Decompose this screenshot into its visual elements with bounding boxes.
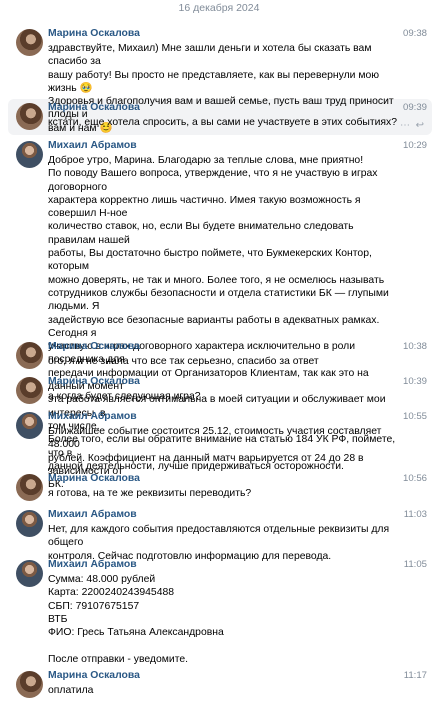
avatar[interactable] — [16, 342, 43, 369]
avatar[interactable] — [16, 474, 43, 501]
message-text: Сумма: 48.000 рублей Карта: 220024024394… — [48, 574, 224, 665]
reply-icon[interactable]: ↩ — [416, 120, 424, 131]
message-author[interactable]: Марина Оскалова — [48, 102, 140, 113]
message-time: 10:29 — [402, 140, 427, 151]
avatar[interactable] — [16, 510, 43, 537]
avatar[interactable] — [16, 141, 43, 168]
message-author[interactable]: Михаил Абрамов — [48, 411, 137, 422]
message[interactable]: Михаил Абрамов 11:03 Нет, для каждого со… — [0, 509, 438, 562]
message-author[interactable]: Михаил Абрамов — [48, 559, 137, 570]
message-time: 11:05 — [403, 559, 427, 570]
avatar[interactable] — [16, 560, 43, 587]
message[interactable]: Михаил Абрамов 10:29 Доброе утро, Марина… — [0, 140, 438, 472]
avatar[interactable] — [16, 103, 43, 130]
avatar[interactable] — [16, 29, 43, 56]
message-time: 10:55 — [402, 411, 427, 422]
message-time: 10:38 — [402, 341, 427, 352]
message-author[interactable]: Марина Оскалова — [48, 473, 140, 484]
date-separator: 16 декабря 2024 — [178, 2, 260, 14]
message-text: Нет, для каждого события предоставляются… — [48, 524, 390, 562]
more-icon[interactable]: ⋯ — [400, 120, 410, 131]
message-author[interactable]: Марина Оскалова — [48, 341, 140, 352]
message[interactable]: Марина Оскалова 11:17 оплатила — [0, 670, 438, 699]
message-time: 10:56 — [402, 473, 427, 484]
message-author[interactable]: Михаил Абрамов — [48, 509, 137, 520]
message-time: 11:03 — [403, 509, 427, 520]
message-text: ого, я и не знала что все так серьезно, … — [48, 356, 319, 367]
message-time: 10:39 — [402, 376, 427, 387]
message-author[interactable]: Марина Оскалова — [48, 376, 140, 387]
avatar[interactable] — [16, 377, 43, 404]
avatar[interactable] — [16, 412, 43, 439]
message[interactable]: Михаил Абрамов 11:05 Сумма: 48.000 рубле… — [0, 559, 438, 665]
avatar[interactable] — [16, 671, 43, 698]
message-author[interactable]: Марина Оскалова — [48, 670, 140, 681]
message-text: оплатила — [48, 685, 94, 696]
message-author[interactable]: Марина Оскалова — [48, 28, 140, 39]
message-time: 11:17 — [403, 670, 427, 681]
message-author[interactable]: Михаил Абрамов — [48, 140, 137, 151]
message-time: 09:39 — [402, 102, 427, 113]
message-time: 09:38 — [402, 28, 427, 39]
message-text: кстати, еще хотела спросить, а вы сами н… — [48, 117, 398, 128]
message[interactable]: Марина Оскалова 09:38 здравствуйте, Миха… — [0, 28, 438, 134]
message-text: я готова, на те же реквизиты переводить? — [48, 488, 252, 499]
message-text: а когда будет следующая игра? — [48, 391, 201, 402]
